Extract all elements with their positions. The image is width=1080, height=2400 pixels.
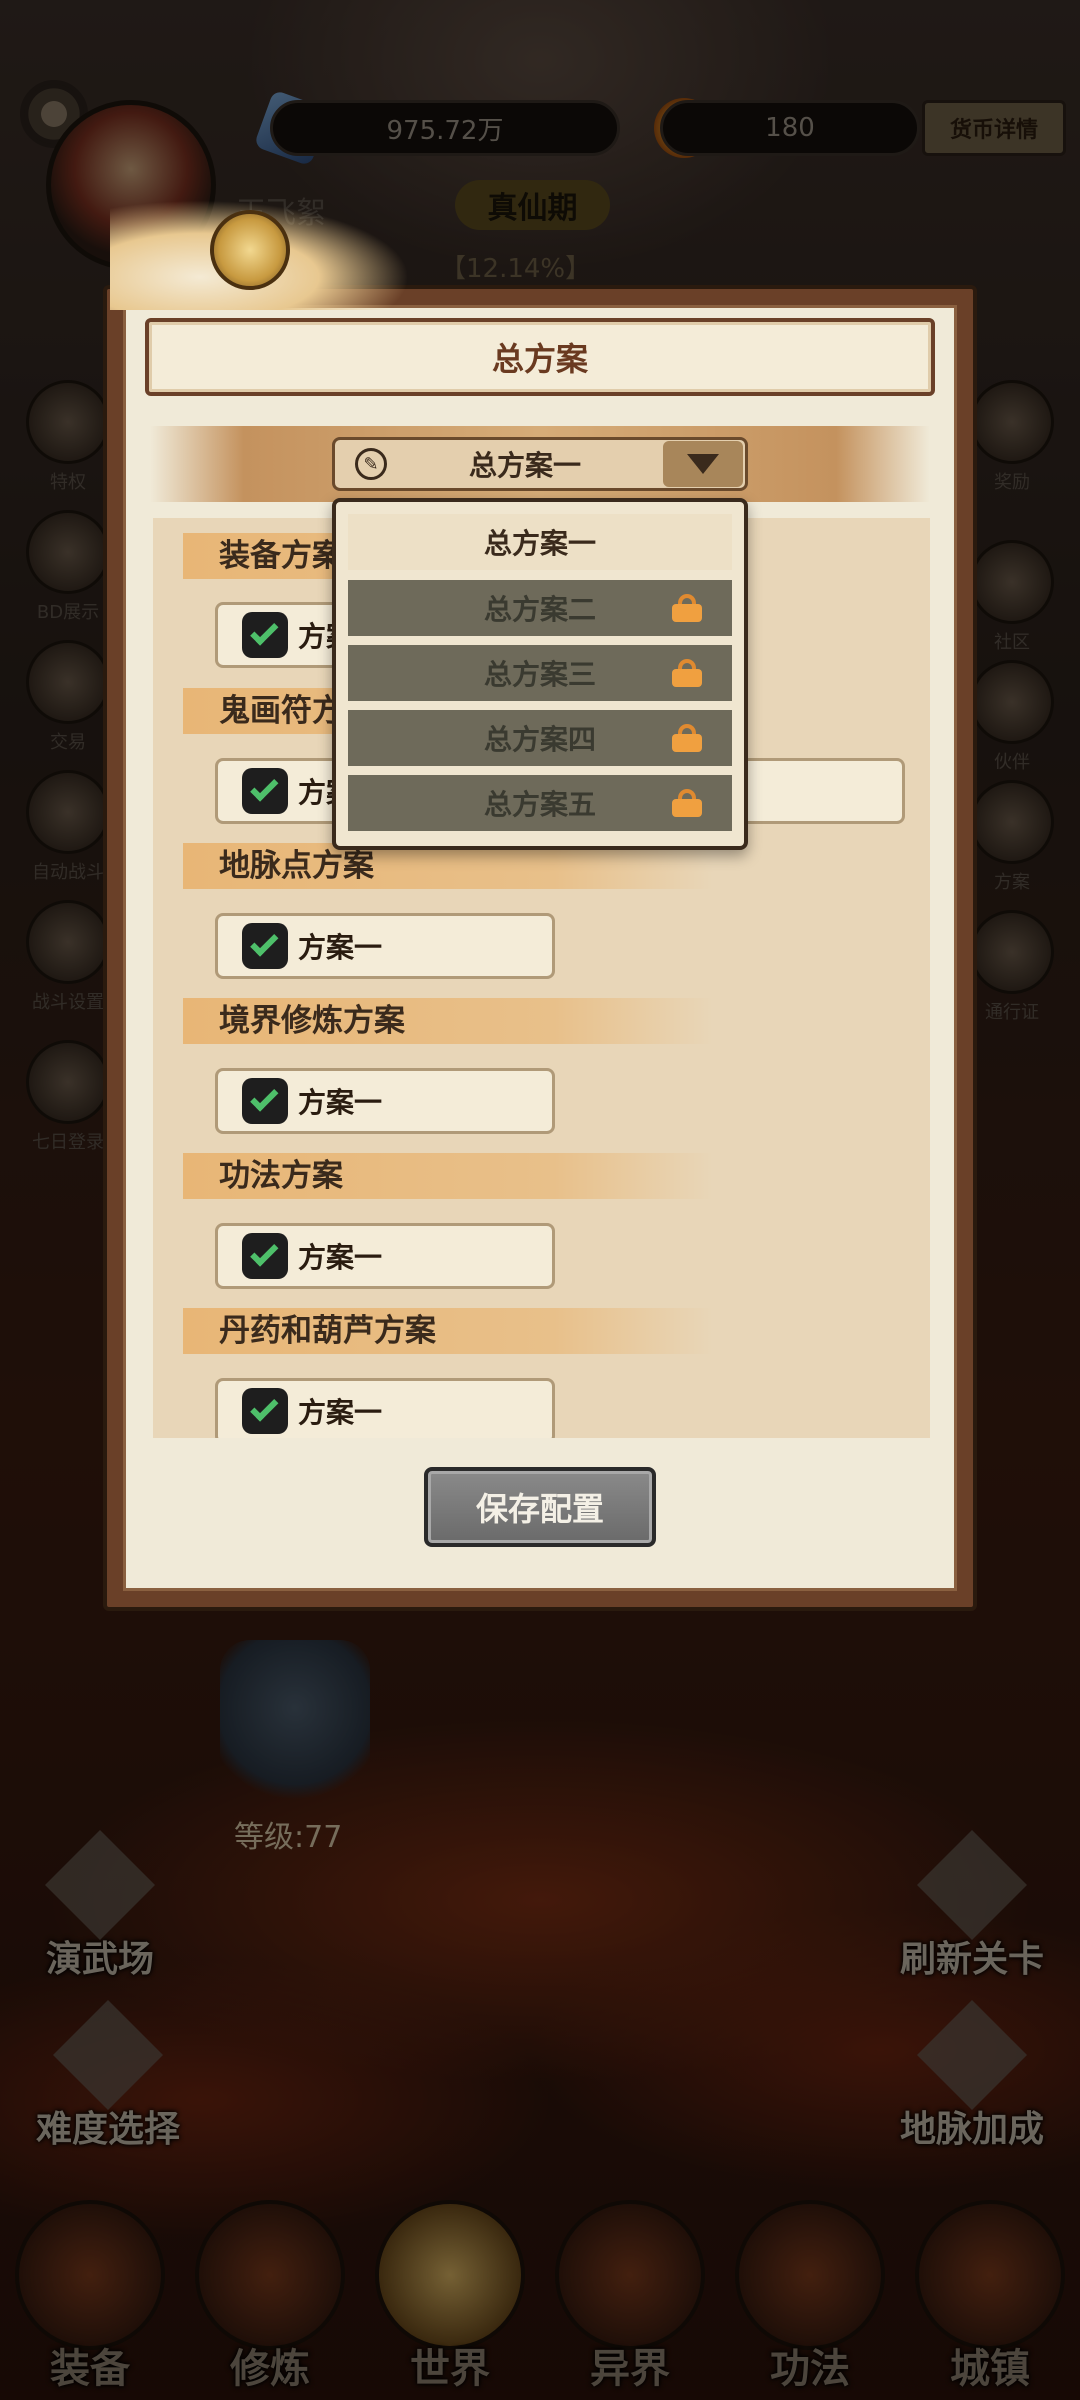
- section-scheme-select[interactable]: 方案一: [215, 1223, 555, 1289]
- section-scheme-value: 方案一: [298, 931, 383, 964]
- section-heading: 丹药和葫芦方案: [183, 1308, 713, 1354]
- section-heading: 功法方案: [183, 1153, 713, 1199]
- chevron-down-icon[interactable]: [663, 441, 743, 487]
- taiji-coin-icon: [210, 210, 290, 290]
- check-icon: [242, 1388, 288, 1434]
- option-label: 总方案四: [483, 723, 596, 756]
- lock-icon: [672, 789, 702, 817]
- brush-icon: ✎: [355, 448, 387, 480]
- dropdown-option-1[interactable]: 总方案一: [348, 514, 732, 570]
- dropdown-option-4[interactable]: 总方案四: [348, 710, 732, 766]
- scheme-select-value: 总方案一: [468, 449, 581, 482]
- scheme-select[interactable]: ✎ 总方案一: [332, 437, 748, 491]
- modal-title: 总方案: [491, 340, 588, 378]
- option-label: 总方案五: [483, 788, 596, 821]
- section-scheme-value: 方案一: [298, 1396, 383, 1429]
- check-icon: [242, 612, 288, 658]
- check-icon: [242, 1233, 288, 1279]
- option-label: 总方案一: [483, 527, 596, 560]
- check-icon: [242, 923, 288, 969]
- check-icon: [242, 768, 288, 814]
- lock-icon: [672, 594, 702, 622]
- option-label: 总方案二: [483, 593, 596, 626]
- section-scheme-select[interactable]: 方案一: [215, 1068, 555, 1134]
- save-config-button[interactable]: 保存配置: [424, 1467, 656, 1547]
- scheme-dropdown-menu: 总方案一 总方案二 总方案三 总方案四 总方案五: [332, 498, 748, 850]
- lock-icon: [672, 659, 702, 687]
- check-icon: [242, 1078, 288, 1124]
- dropdown-option-3[interactable]: 总方案三: [348, 645, 732, 701]
- section-scheme-select[interactable]: 方案一: [215, 1378, 555, 1438]
- lock-icon: [672, 724, 702, 752]
- dropdown-option-5[interactable]: 总方案五: [348, 775, 732, 831]
- section-scheme-value: 方案一: [298, 1241, 383, 1274]
- dropdown-option-2[interactable]: 总方案二: [348, 580, 732, 636]
- option-label: 总方案三: [483, 658, 596, 691]
- section-scheme-select[interactable]: 方案一: [215, 913, 555, 979]
- section-scheme-value: 方案一: [298, 1086, 383, 1119]
- section-heading: 境界修炼方案: [183, 998, 713, 1044]
- modal-title-bar: 总方案: [145, 318, 935, 396]
